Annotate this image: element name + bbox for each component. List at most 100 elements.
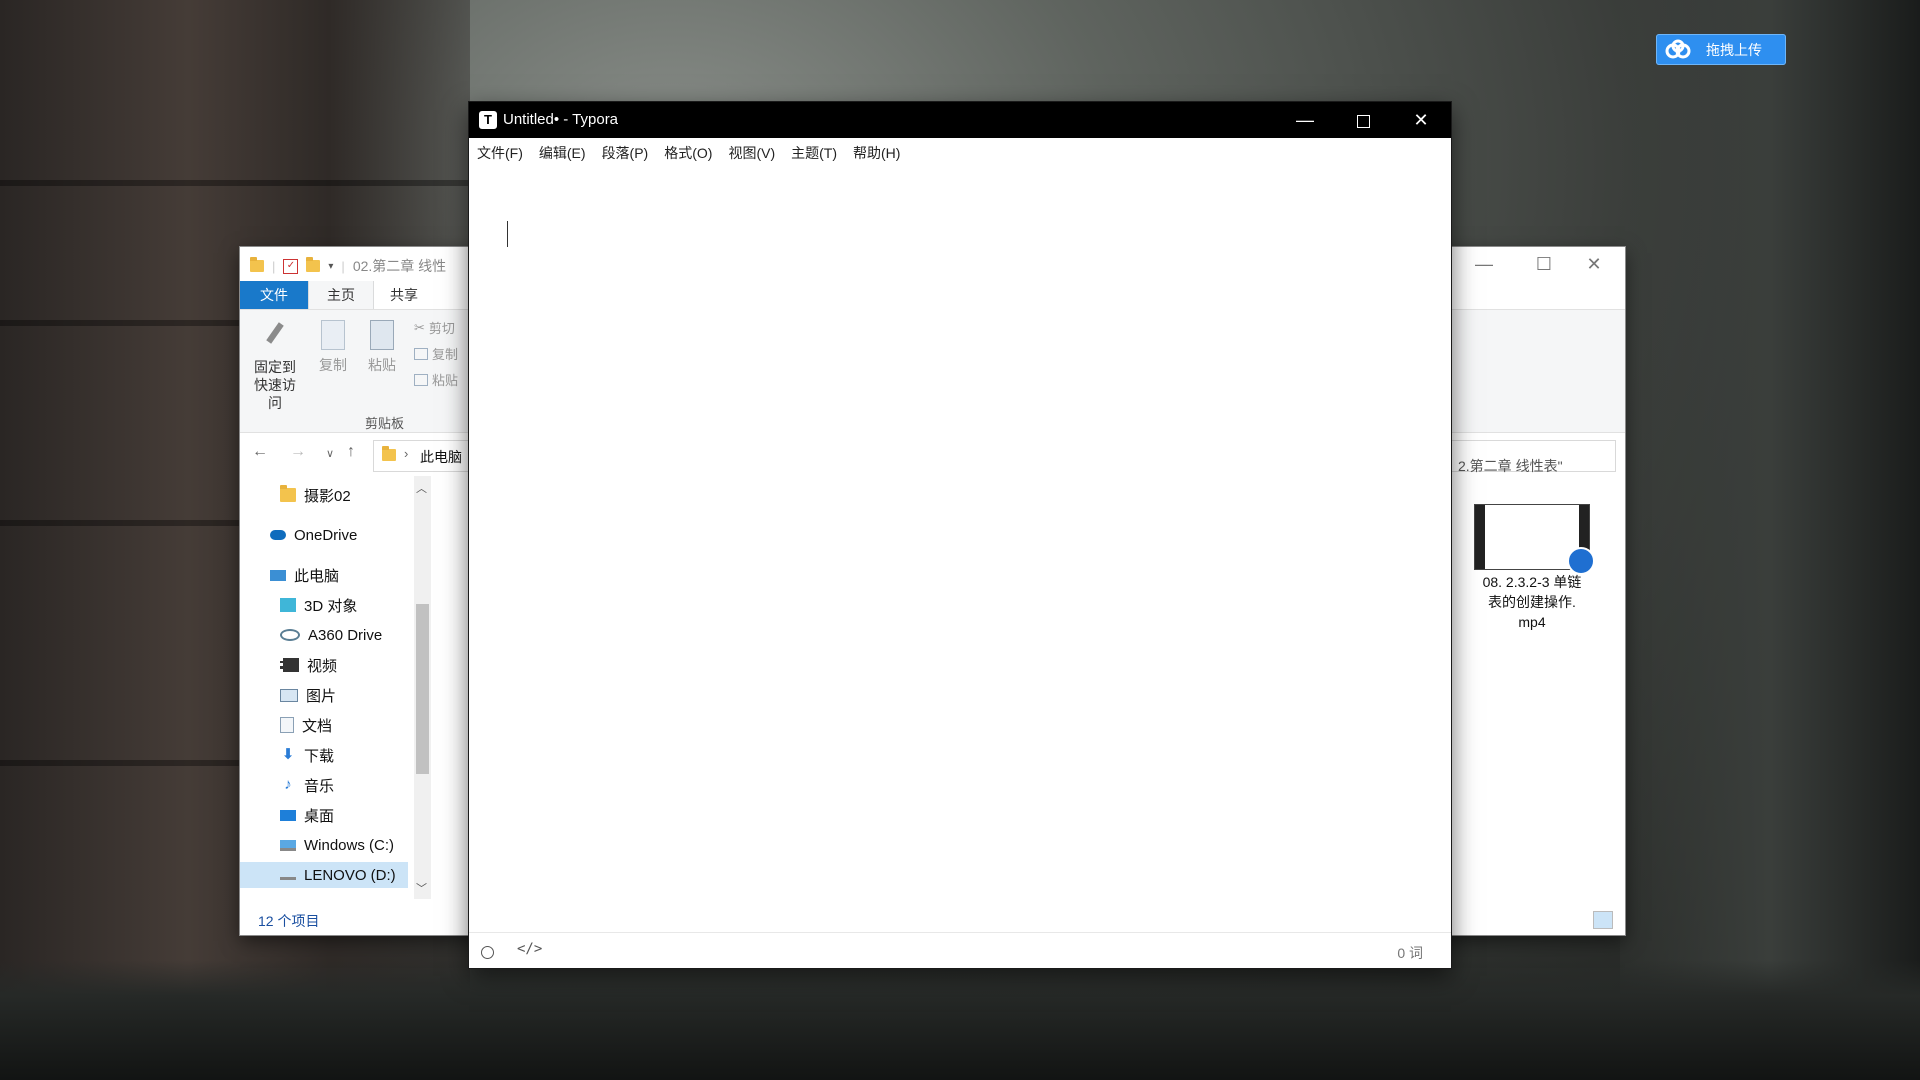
cut-button[interactable]: ✂ 剪切 — [414, 318, 455, 337]
nav-item-music[interactable]: ♪ 音乐 — [240, 772, 408, 798]
maximize-button[interactable] — [1334, 102, 1392, 138]
menu-edit[interactable]: 编辑(E) — [539, 143, 586, 163]
editor-area[interactable] — [469, 168, 1451, 932]
clipboard-icon — [368, 320, 396, 352]
copy-button[interactable]: 复制 — [306, 318, 360, 374]
properties-icon[interactable]: ✓ — [283, 258, 299, 274]
scroll-up-icon[interactable]: ︿ — [416, 480, 427, 496]
customize-toolbar-icon[interactable]: ▾ — [328, 261, 333, 272]
drive-d-icon — [280, 871, 296, 880]
nav-item-photo02[interactable]: 摄影02 — [240, 482, 408, 508]
recent-locations-icon[interactable]: ∨ — [326, 447, 334, 460]
nav-item-label: 桌面 — [304, 807, 335, 825]
baidu-cloud-icon — [1664, 39, 1692, 61]
this-pc-icon — [270, 569, 286, 581]
videos-icon — [280, 658, 299, 672]
back-arrow-icon[interactable]: ← — [252, 443, 268, 461]
typora-menu-bar: 文件(F) 编辑(E) 段落(P) 格式(O) 视图(V) 主题(T) 帮助(H… — [469, 138, 1451, 168]
nav-item-label: 下载 — [304, 747, 335, 765]
music-icon: ♪ — [284, 776, 292, 793]
outline-toggle-icon[interactable] — [481, 946, 494, 959]
paste-label: 粘贴 — [368, 357, 396, 373]
maximize-button[interactable]: ☐ — [1530, 253, 1558, 275]
explorer-title: 02.第二章 线性 — [352, 258, 447, 274]
desktop-wallpaper-bottom — [0, 960, 1920, 1080]
documents-icon — [280, 717, 294, 733]
nav-item-label: 文档 — [302, 717, 333, 735]
menu-format[interactable]: 格式(O) — [664, 143, 712, 163]
nav-item-downloads[interactable]: ⬇ 下载 — [240, 742, 408, 768]
file-name-line-2: 表的创建操作. — [1488, 594, 1576, 610]
new-folder-icon[interactable] — [306, 257, 321, 272]
paste-button[interactable]: 粘贴 — [355, 318, 409, 374]
pin-icon — [261, 322, 289, 354]
scroll-down-icon[interactable]: ﹀ — [416, 880, 427, 896]
large-icons-view-icon[interactable] — [1593, 911, 1613, 929]
breadcrumb-separator-icon: › — [404, 446, 409, 461]
menu-theme[interactable]: 主题(T) — [791, 143, 837, 163]
nav-item-label: Windows (C:) — [304, 836, 395, 854]
minimize-button[interactable]: — — [1276, 102, 1334, 138]
copy-path-label: 复制 — [432, 347, 459, 362]
nav-item-videos[interactable]: 视频 — [240, 652, 408, 678]
tab-home[interactable]: 主页 — [308, 281, 374, 309]
nav-item-desktop[interactable]: 桌面 — [240, 802, 408, 828]
maximize-icon — [1356, 114, 1370, 128]
tab-share[interactable]: 共享 — [372, 281, 436, 309]
file-item-video[interactable]: 08. 2.3.2-3 单链 表的创建操作. mp4 — [1470, 504, 1595, 632]
a360-drive-icon — [280, 629, 300, 641]
details-view-icon[interactable] — [1566, 911, 1584, 927]
nav-item-3d-objects[interactable]: 3D 对象 — [240, 592, 408, 618]
nav-item-label: LENOVO (D:) — [304, 866, 396, 884]
forward-arrow-icon[interactable]: → — [290, 443, 306, 461]
nav-item-label: 视频 — [307, 657, 338, 675]
navigation-pane: 摄影02 OneDrive 此电脑 3D 对象 A360 Drive 视频 图片 — [240, 476, 431, 899]
nav-item-a360-drive[interactable]: A360 Drive — [240, 622, 408, 648]
folder-icon — [382, 446, 396, 461]
typora-logo-icon: T — [479, 111, 497, 129]
3d-objects-icon — [280, 598, 296, 612]
pin-label-2: 快速访问 — [254, 377, 296, 411]
typora-window: T Untitled• - Typora — ✕ 文件(F) 编辑(E) 段落(… — [469, 102, 1451, 968]
nav-item-pictures[interactable]: 图片 — [240, 682, 408, 708]
downloads-icon: ⬇ — [281, 746, 295, 763]
search-box[interactable]: 2.第二章 线性表" — [1458, 456, 1563, 476]
menu-file[interactable]: 文件(F) — [477, 143, 523, 163]
drag-upload-button[interactable]: 拖拽上传 — [1656, 34, 1786, 65]
copy-icon — [319, 320, 347, 352]
pin-label-1: 固定到 — [254, 359, 296, 375]
close-button[interactable]: ✕ — [1580, 253, 1608, 275]
drive-c-icon — [280, 839, 296, 851]
desktop-icon — [280, 809, 296, 821]
tab-file[interactable]: 文件 — [240, 281, 308, 309]
menu-help[interactable]: 帮助(H) — [853, 143, 900, 163]
pin-quick-access-button[interactable]: 固定到 快速访问 — [248, 318, 302, 412]
nav-item-drive-c[interactable]: Windows (C:) — [240, 832, 408, 858]
close-button[interactable]: ✕ — [1392, 102, 1450, 138]
nav-item-documents[interactable]: 文档 — [240, 712, 408, 738]
nav-item-label: OneDrive — [294, 526, 358, 544]
copy-path-icon — [414, 347, 428, 360]
nav-item-label: 3D 对象 — [304, 597, 358, 615]
nav-scrollbar-thumb[interactable] — [416, 604, 429, 774]
menu-view[interactable]: 视图(V) — [728, 143, 775, 163]
paste-shortcut-label: 粘贴 — [432, 373, 459, 388]
minimize-button[interactable]: — — [1470, 253, 1498, 275]
breadcrumb-this-pc[interactable]: 此电脑 — [420, 447, 462, 467]
menu-paragraph[interactable]: 段落(P) — [602, 143, 649, 163]
nav-item-drive-d[interactable]: LENOVO (D:) — [240, 862, 408, 888]
nav-item-this-pc[interactable]: 此电脑 — [240, 562, 408, 588]
up-arrow-icon[interactable]: ↑ — [347, 443, 355, 461]
paste-shortcut-button[interactable]: 粘贴 — [414, 370, 458, 389]
copy-path-button[interactable]: 复制 — [414, 344, 458, 363]
word-count[interactable]: 0 词 — [1397, 943, 1423, 963]
copy-label: 复制 — [319, 357, 347, 373]
onedrive-icon — [270, 530, 286, 540]
nav-item-onedrive[interactable]: OneDrive — [240, 522, 408, 548]
item-count: 12 个项目 — [258, 913, 320, 929]
nav-item-label: 图片 — [306, 687, 337, 705]
typora-titlebar: T Untitled• - Typora — ✕ — [469, 102, 1451, 138]
file-name-line-1: 08. 2.3.2-3 单链 — [1482, 574, 1582, 590]
source-code-toggle-icon[interactable]: </> — [517, 941, 542, 957]
file-name-line-3: mp4 — [1518, 614, 1546, 630]
